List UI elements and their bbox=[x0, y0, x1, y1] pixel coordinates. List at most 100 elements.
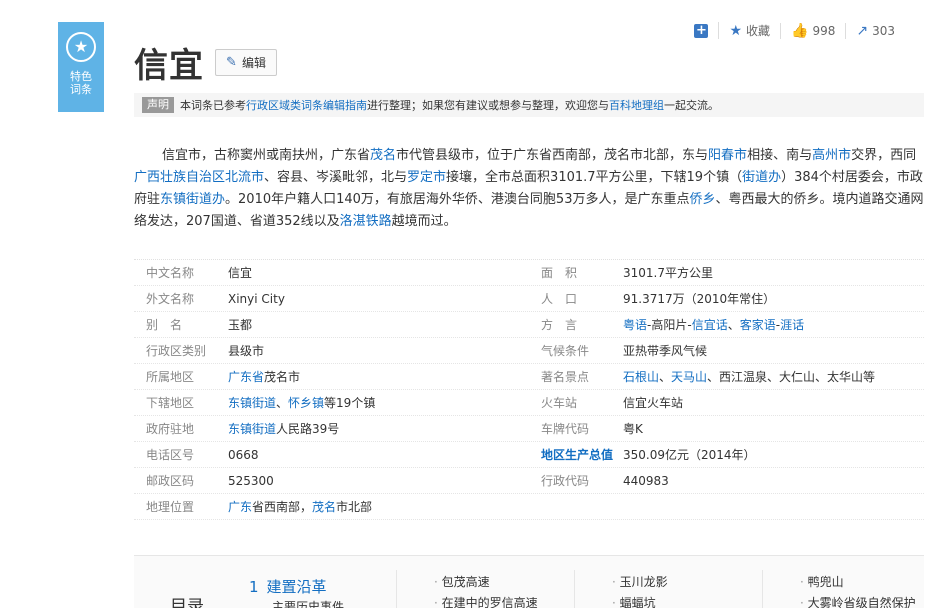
info-row: 邮政区码 525300 行政代码 440983 bbox=[134, 468, 924, 494]
info-value: 东镇街道、怀乡镇等19个镇 bbox=[228, 396, 376, 410]
info-value: 广东省西南部，茂名市北部 bbox=[228, 500, 373, 514]
add-button[interactable]: + bbox=[684, 22, 718, 38]
star-icon: ★ bbox=[66, 32, 96, 62]
link-hakka[interactable]: 客家语 bbox=[740, 318, 776, 332]
toc-subitem[interactable]: 大雾岭省级自然保护 bbox=[800, 593, 916, 608]
badge-line1: 特色 bbox=[70, 70, 92, 83]
featured-entry-badge[interactable]: ★ 特色 词条 bbox=[58, 22, 104, 112]
divider bbox=[574, 570, 575, 608]
link-subdistrict[interactable]: 街道办 bbox=[742, 170, 781, 185]
info-key: 地理位置 bbox=[146, 500, 195, 514]
info-key: 著名景点 bbox=[541, 370, 590, 384]
basic-info-table: 中文名称 信宜 面 积 3101.7平方公里 外文名称 Xinyi City 人 口 9… bbox=[134, 259, 924, 520]
toc-subitem[interactable]: 主要历史事件 bbox=[272, 598, 344, 608]
info-value: 440983 bbox=[623, 473, 669, 488]
share-button[interactable]: ↗ 303 bbox=[845, 22, 905, 39]
edit-button[interactable]: ✎ 编辑 bbox=[215, 49, 277, 76]
notice-tag: 声明 bbox=[142, 97, 174, 113]
toc-item-history[interactable]: 1 建置沿革 bbox=[249, 576, 327, 597]
link-luozhan-railway[interactable]: 洛湛铁路 bbox=[340, 214, 392, 229]
favorite-button[interactable]: ★ 收藏 bbox=[718, 22, 780, 39]
info-value: 信宜火车站 bbox=[623, 396, 684, 410]
link-county-city[interactable]: 县级市 bbox=[228, 342, 264, 359]
link-cantonese[interactable]: 粤语 bbox=[623, 318, 647, 332]
entry-toolbar: + ★ 收藏 👍 998 ↗ 303 bbox=[684, 22, 905, 39]
link-xinyi-dialect[interactable]: 信宜话 bbox=[692, 318, 728, 332]
info-row: 所属地区 广东省茂名市 著名景点 石根山、天马山、西江温泉、大仁山、太华山等 bbox=[134, 364, 924, 390]
link-dongzhen[interactable]: 东镇街道办 bbox=[160, 192, 225, 207]
link-huaixiang[interactable]: 怀乡镇 bbox=[288, 396, 324, 410]
link-climate[interactable]: 亚热带季风气候 bbox=[623, 342, 707, 359]
link-dongzhen-seat[interactable]: 东镇街道 bbox=[228, 422, 276, 436]
info-value: 信宜 bbox=[228, 266, 253, 280]
info-key: 下辖地区 bbox=[146, 396, 195, 410]
link-shigenshan[interactable]: 石根山 bbox=[623, 370, 659, 384]
link-yudu[interactable]: 玉都 bbox=[228, 316, 252, 333]
notice-text: 一起交流。 bbox=[664, 99, 719, 112]
info-value: 3101.7平方公里 bbox=[623, 266, 713, 280]
summary-paragraph: 信宜市，古称窦州或南扶州，广东省茂名市代管县级市，位于广东省西南部，茂名市北部，… bbox=[134, 148, 924, 229]
info-key: 人 口 bbox=[541, 292, 578, 306]
link-ngai-dialect[interactable]: 涯话 bbox=[780, 318, 804, 332]
link-guangdong-location[interactable]: 广东 bbox=[228, 500, 252, 514]
info-value: Xinyi City bbox=[228, 291, 285, 306]
like-count: 998 bbox=[812, 23, 836, 38]
notice-bar: 声明 本词条已参考 行政区域类词条编辑指南 进行整理；如果您有建议或想参与整理，欢迎… bbox=[134, 93, 924, 117]
link-luoding[interactable]: 罗定市 bbox=[407, 170, 446, 185]
info-row: 中文名称 信宜 面 积 3101.7平方公里 bbox=[134, 260, 924, 286]
info-value: 91.3717万（2010年常住） bbox=[623, 292, 776, 306]
info-key: 别 名 bbox=[146, 318, 183, 332]
plus-icon: + bbox=[694, 22, 709, 38]
info-value: 525300 bbox=[228, 473, 274, 488]
notice-text: 本词条已参考 bbox=[180, 99, 246, 112]
toc-column: 包茂高速 在建中的罗信高速 bbox=[434, 572, 538, 608]
link-qiaoxiang[interactable]: 侨乡 bbox=[689, 192, 715, 207]
gdp-key-link[interactable]: 地区生产总值 bbox=[529, 446, 623, 463]
link-maoming[interactable]: 茂名 bbox=[370, 148, 396, 163]
link-tianmashan[interactable]: 天马山 bbox=[671, 370, 707, 384]
info-value: 0668 bbox=[228, 447, 259, 462]
info-key: 外文名称 bbox=[146, 292, 195, 306]
info-row: 别 名 玉都 方 言 粤语-高阳片-信宜话、客家语-涯话 bbox=[134, 312, 924, 338]
info-key: 政府驻地 bbox=[146, 422, 195, 436]
toc-column: 鸭兜山 大雾岭省级自然保护 bbox=[800, 572, 916, 608]
info-row: 下辖地区 东镇街道、怀乡镇等19个镇 火车站 信宜火车站 bbox=[134, 390, 924, 416]
table-of-contents: 目录 1建置沿革 主要历史事件 包茂高速 在建中的罗信高速 玉川龙影 蝠蝠坑 鸭… bbox=[134, 555, 924, 608]
toc-subitem[interactable]: 玉川龙影 bbox=[612, 572, 668, 593]
share-count: 303 bbox=[872, 23, 895, 38]
geography-group-link[interactable]: 百科地理组 bbox=[609, 97, 664, 113]
badge-line2: 词条 bbox=[70, 83, 92, 96]
toc-column: 玉川龙影 蝠蝠坑 bbox=[612, 572, 668, 608]
toc-subitem[interactable]: 蝠蝠坑 bbox=[612, 593, 668, 608]
link-dongzhen-subdistrict[interactable]: 东镇街道 bbox=[228, 396, 276, 410]
info-key: 电话区号 bbox=[146, 448, 195, 462]
info-key: 车牌代码 bbox=[541, 422, 590, 436]
link-beiliu[interactable]: 广西壮族自治区北流市 bbox=[134, 170, 264, 185]
favorite-label: 收藏 bbox=[746, 24, 771, 38]
link-maoming-location[interactable]: 茂名 bbox=[312, 500, 336, 514]
info-key: 火车站 bbox=[541, 396, 578, 410]
info-key: 行政代码 bbox=[541, 474, 590, 488]
divider bbox=[762, 570, 763, 608]
editing-guide-link[interactable]: 行政区域类词条编辑指南 bbox=[246, 97, 367, 113]
pencil-icon: ✎ bbox=[226, 55, 237, 70]
toc-subitem[interactable]: 包茂高速 bbox=[434, 572, 538, 593]
link-gaozhou[interactable]: 高州市 bbox=[812, 148, 851, 163]
link-guangdong[interactable]: 广东省 bbox=[228, 370, 264, 384]
share-icon: ↗ bbox=[856, 22, 869, 39]
info-value: 东镇街道人民路39号 bbox=[228, 422, 340, 436]
info-row: 外文名称 Xinyi City 人 口 91.3717万（2010年常住） bbox=[134, 286, 924, 312]
link-yangchun[interactable]: 阳春市 bbox=[708, 148, 747, 163]
toc-heading: 目录 bbox=[170, 597, 204, 608]
toc-subitem[interactable]: 鸭兜山 bbox=[800, 572, 916, 593]
info-key: 行政区类别 bbox=[146, 344, 207, 358]
info-key: 中文名称 bbox=[146, 266, 195, 280]
info-value: 粤语-高阳片-信宜话、客家语-涯话 bbox=[623, 318, 805, 332]
info-row: 行政区类别 县级市 气候条件 亚热带季风气候 bbox=[134, 338, 924, 364]
edit-label: 编辑 bbox=[241, 56, 266, 70]
info-row: 地理位置 广东省西南部，茂名市北部 bbox=[134, 494, 924, 520]
toc-subitem[interactable]: 在建中的罗信高速 bbox=[434, 593, 538, 608]
info-value: 350.09亿元（2014年） bbox=[623, 448, 756, 462]
info-value: 粤K bbox=[623, 422, 643, 436]
like-button[interactable]: 👍 998 bbox=[780, 22, 845, 39]
